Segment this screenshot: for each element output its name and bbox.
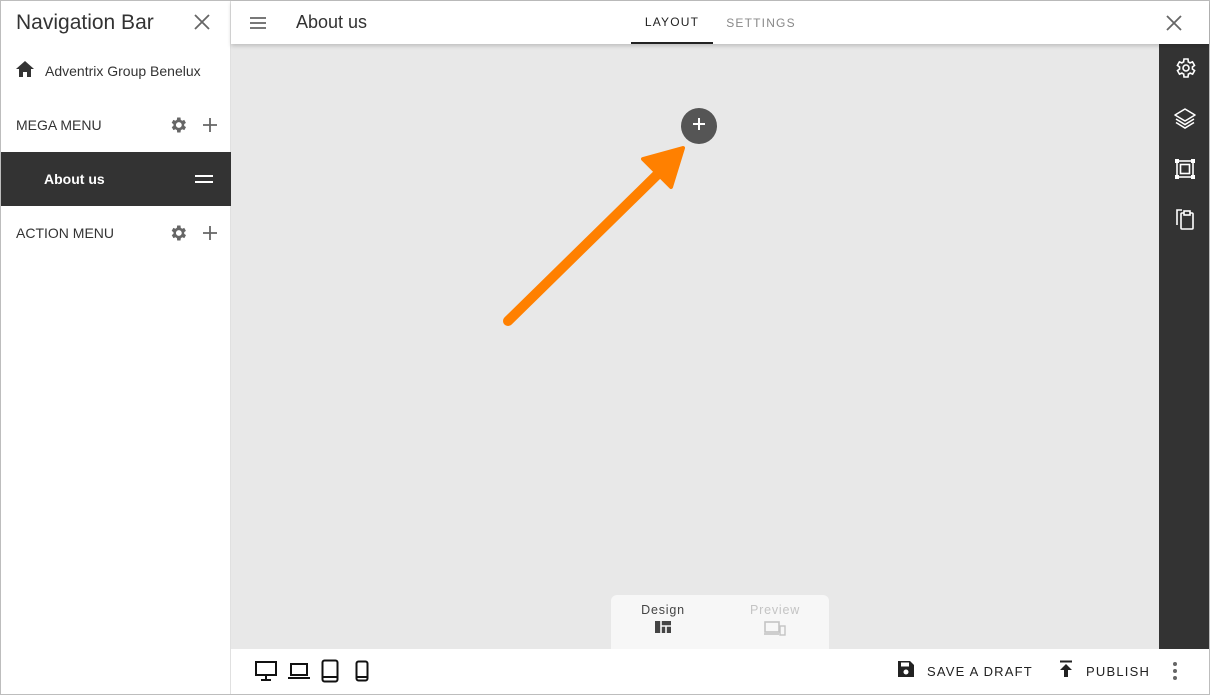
plus-icon[interactable]: [199, 114, 221, 136]
design-mode-button[interactable]: Design: [623, 603, 703, 639]
save-icon: [897, 660, 915, 683]
panel-title: Navigation Bar: [16, 11, 154, 34]
hamburger-menu-icon[interactable]: [248, 13, 268, 33]
menu-item-label: About us: [44, 171, 105, 187]
layout-canvas[interactable]: Design Preview: [231, 44, 1159, 649]
preview-mode-button[interactable]: Preview: [735, 603, 815, 641]
frame-icon[interactable]: [1173, 157, 1197, 181]
upload-icon: [1058, 660, 1074, 683]
clipboard-icon[interactable]: [1173, 207, 1197, 231]
mode-switch: Design Preview: [611, 595, 829, 649]
save-draft-button[interactable]: SAVE A DRAFT: [897, 659, 1033, 683]
plus-icon: [691, 116, 707, 137]
desktop-icon[interactable]: [254, 659, 278, 683]
tab-layout[interactable]: LAYOUT: [631, 1, 713, 44]
tablet-icon[interactable]: [320, 659, 340, 683]
tab-settings[interactable]: SETTINGS: [723, 1, 799, 44]
gear-icon[interactable]: [1173, 56, 1197, 80]
menu-item-about-us[interactable]: About us: [1, 152, 231, 206]
section-mega-menu: MEGA MENU: [1, 105, 231, 145]
plus-icon[interactable]: [199, 222, 221, 244]
add-section-button[interactable]: [681, 108, 717, 144]
publish-label: PUBLISH: [1086, 663, 1151, 679]
navigation-panel: Navigation Bar Adventrix Group Benelux M…: [1, 1, 231, 694]
more-options-icon[interactable]: [1167, 660, 1183, 682]
devices-icon: [763, 620, 787, 641]
section-action-menu: ACTION MENU: [1, 213, 231, 253]
dashboard-icon: [654, 620, 672, 639]
site-label: Adventrix Group Benelux: [45, 63, 201, 79]
section-label: ACTION MENU: [16, 225, 114, 241]
gear-icon[interactable]: [167, 114, 189, 136]
site-home-link[interactable]: Adventrix Group Benelux: [1, 53, 231, 89]
home-icon: [15, 60, 35, 83]
gear-icon[interactable]: [167, 222, 189, 244]
save-draft-label: SAVE A DRAFT: [927, 663, 1033, 679]
design-label: Design: [641, 603, 685, 617]
close-icon[interactable]: [1163, 12, 1185, 34]
right-toolbar: [1159, 44, 1209, 649]
mobile-icon[interactable]: [354, 659, 370, 683]
layers-icon[interactable]: [1173, 106, 1197, 130]
bottom-bar: SAVE A DRAFT PUBLISH: [231, 649, 1209, 694]
close-icon[interactable]: [191, 11, 213, 33]
publish-button[interactable]: PUBLISH: [1058, 659, 1150, 683]
drag-handle-icon[interactable]: [195, 175, 213, 183]
top-bar: About us LAYOUT SETTINGS: [231, 1, 1209, 44]
section-label: MEGA MENU: [16, 117, 102, 133]
laptop-icon[interactable]: [286, 659, 312, 683]
page-title: About us: [296, 12, 368, 32]
preview-label: Preview: [749, 603, 801, 617]
